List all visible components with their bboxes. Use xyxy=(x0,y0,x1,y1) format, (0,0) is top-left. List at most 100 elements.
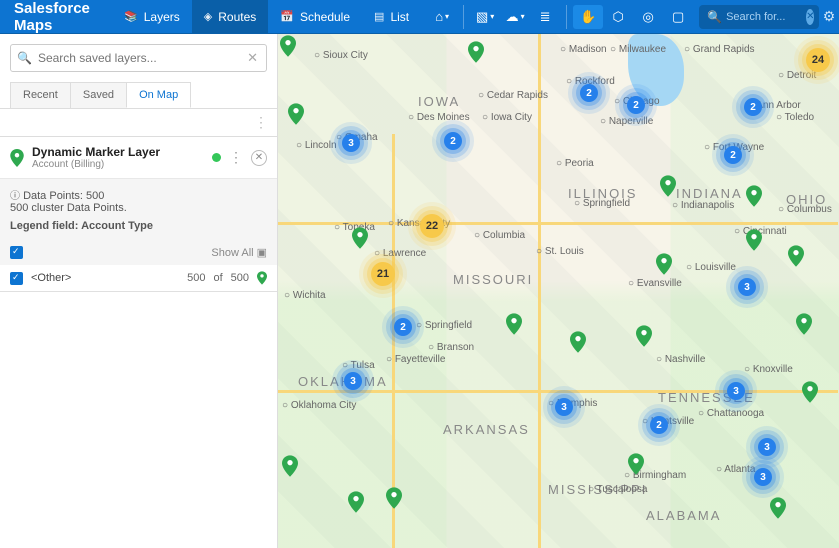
map-pin[interactable] xyxy=(770,496,786,520)
data-points-label: Data Points: xyxy=(23,190,83,202)
show-all-row: Show All ▣ xyxy=(0,240,277,265)
city-label: ○ Tulsa xyxy=(342,360,375,371)
layer-subtitle: Account (Billing) xyxy=(32,159,160,170)
box-tool[interactable]: ▢ xyxy=(663,5,693,29)
city-label: ○ Lincoln xyxy=(296,140,337,151)
map-pin[interactable] xyxy=(796,312,812,336)
city-label: ○ Columbus xyxy=(778,204,832,215)
search-icon: 🔍 xyxy=(707,10,722,24)
weather-icon: ☁ xyxy=(506,9,519,25)
nav-schedule[interactable]: 📅 Schedule xyxy=(268,0,362,33)
map-pin[interactable] xyxy=(280,34,296,58)
layer-search-input[interactable] xyxy=(38,51,245,65)
top-search[interactable]: 🔍 ✕ xyxy=(699,5,819,29)
basemap-button[interactable]: ▧▾ xyxy=(470,5,500,29)
map-pin[interactable] xyxy=(288,102,304,126)
nav-layers[interactable]: 📚 Layers xyxy=(112,0,192,33)
city-label: ○ Fayetteville xyxy=(386,354,445,365)
layers-icon: 📚 xyxy=(124,10,138,23)
cluster-marker[interactable]: 2 xyxy=(444,132,462,150)
nav-schedule-label: Schedule xyxy=(300,10,350,24)
city-label: ○ Wichita xyxy=(284,290,326,301)
show-all-link[interactable]: Show All ▣ xyxy=(211,246,267,259)
layers-toggle-icon: ▧ xyxy=(476,9,488,25)
cluster-marker[interactable]: 3 xyxy=(555,398,573,416)
pan-tool[interactable]: ✋ xyxy=(573,5,603,29)
map-pin[interactable] xyxy=(746,228,762,252)
map-pin[interactable] xyxy=(348,490,364,514)
legend-pin-icon xyxy=(257,271,267,285)
city-label: ○ Toledo xyxy=(776,112,814,123)
city-label: ○ Peoria xyxy=(556,158,594,169)
tab-body-actions: ⋮ xyxy=(0,109,277,137)
cluster-marker[interactable]: 3 xyxy=(342,134,360,152)
cluster-marker[interactable]: 3 xyxy=(727,382,745,400)
map-canvas[interactable]: IOWAILLINOISINDIANAOHIOMISSOURIOKLAHOMAA… xyxy=(278,34,839,548)
map-pin[interactable] xyxy=(570,330,586,354)
layer-close-icon[interactable]: ✕ xyxy=(251,150,267,166)
city-label: ○ Columbia xyxy=(474,230,525,241)
map-pin[interactable] xyxy=(282,454,298,478)
cluster-marker[interactable]: 21 xyxy=(371,262,395,286)
status-dot-icon xyxy=(212,153,221,162)
cluster-marker[interactable]: 3 xyxy=(738,278,756,296)
city-label: ○ Louisville xyxy=(686,262,736,273)
nav-routes[interactable]: ◈ Routes xyxy=(192,0,269,33)
legend-checkbox[interactable] xyxy=(10,272,23,285)
city-label: ○ Iowa City xyxy=(482,112,532,123)
cluster-marker[interactable]: 2 xyxy=(724,146,742,164)
cluster-marker[interactable]: 24 xyxy=(806,48,830,72)
tab-recent[interactable]: Recent xyxy=(10,82,71,108)
state-label: INDIANA xyxy=(676,186,743,201)
traffic-button[interactable]: ≣ xyxy=(530,5,560,29)
map-pin[interactable] xyxy=(656,252,672,276)
cluster-marker[interactable]: 22 xyxy=(420,214,444,238)
settings-button[interactable]: ⚙ xyxy=(819,8,839,25)
home-button[interactable]: ⌂▾ xyxy=(427,5,457,29)
list-icon: ▤ xyxy=(374,10,384,23)
legend-label: <Other> xyxy=(31,272,71,284)
expand-icon: ▣ xyxy=(257,246,267,259)
cluster-marker[interactable]: 3 xyxy=(754,468,772,486)
city-label: ○ Evansville xyxy=(628,278,682,289)
caret-icon: ▾ xyxy=(490,12,494,21)
cluster-marker[interactable]: 3 xyxy=(758,438,776,456)
map-pin[interactable] xyxy=(352,226,368,250)
clear-icon[interactable]: ✕ xyxy=(245,50,260,66)
cluster-marker[interactable]: 2 xyxy=(394,318,412,336)
city-label: ○ Oklahoma City xyxy=(282,400,356,411)
map-pin[interactable] xyxy=(636,324,652,348)
schedule-icon: 📅 xyxy=(280,10,294,23)
tab-saved[interactable]: Saved xyxy=(70,82,127,108)
lasso-tool[interactable]: ⬡ xyxy=(603,5,633,29)
data-points-value: 500 xyxy=(86,190,104,202)
sidebar-tabs: Recent Saved On Map xyxy=(0,82,277,109)
cluster-marker[interactable]: 3 xyxy=(344,372,362,390)
map-pin[interactable] xyxy=(468,40,484,64)
city-label: ○ Indianapolis xyxy=(672,200,734,211)
show-all-checkbox[interactable] xyxy=(10,246,23,259)
state-label: IOWA xyxy=(418,94,460,109)
layer-title: Dynamic Marker Layer xyxy=(32,145,160,159)
map-pin[interactable] xyxy=(746,184,762,208)
tab-on-map[interactable]: On Map xyxy=(126,82,191,108)
map-pin[interactable] xyxy=(386,486,402,510)
map-pin[interactable] xyxy=(802,380,818,404)
cluster-marker[interactable]: 2 xyxy=(580,84,598,102)
map-pin[interactable] xyxy=(788,244,804,268)
map-pin[interactable] xyxy=(506,312,522,336)
more-icon[interactable]: ⋮ xyxy=(254,114,269,131)
layer-search[interactable]: 🔍 ✕ xyxy=(10,44,267,72)
weather-button[interactable]: ☁▾ xyxy=(500,5,530,29)
cluster-marker[interactable]: 2 xyxy=(650,416,668,434)
layer-more-icon[interactable]: ⋮ xyxy=(229,149,243,166)
map-pin[interactable] xyxy=(660,174,676,198)
nav-list[interactable]: ▤ List xyxy=(362,0,421,33)
top-search-input[interactable] xyxy=(726,11,806,23)
cluster-marker[interactable]: 2 xyxy=(744,98,762,116)
legend-field-label: Legend field: xyxy=(10,220,78,232)
clear-search-icon[interactable]: ✕ xyxy=(806,9,814,25)
map-pin[interactable] xyxy=(628,452,644,476)
cluster-marker[interactable]: 2 xyxy=(627,96,645,114)
circle-tool[interactable]: ◎ xyxy=(633,5,663,29)
